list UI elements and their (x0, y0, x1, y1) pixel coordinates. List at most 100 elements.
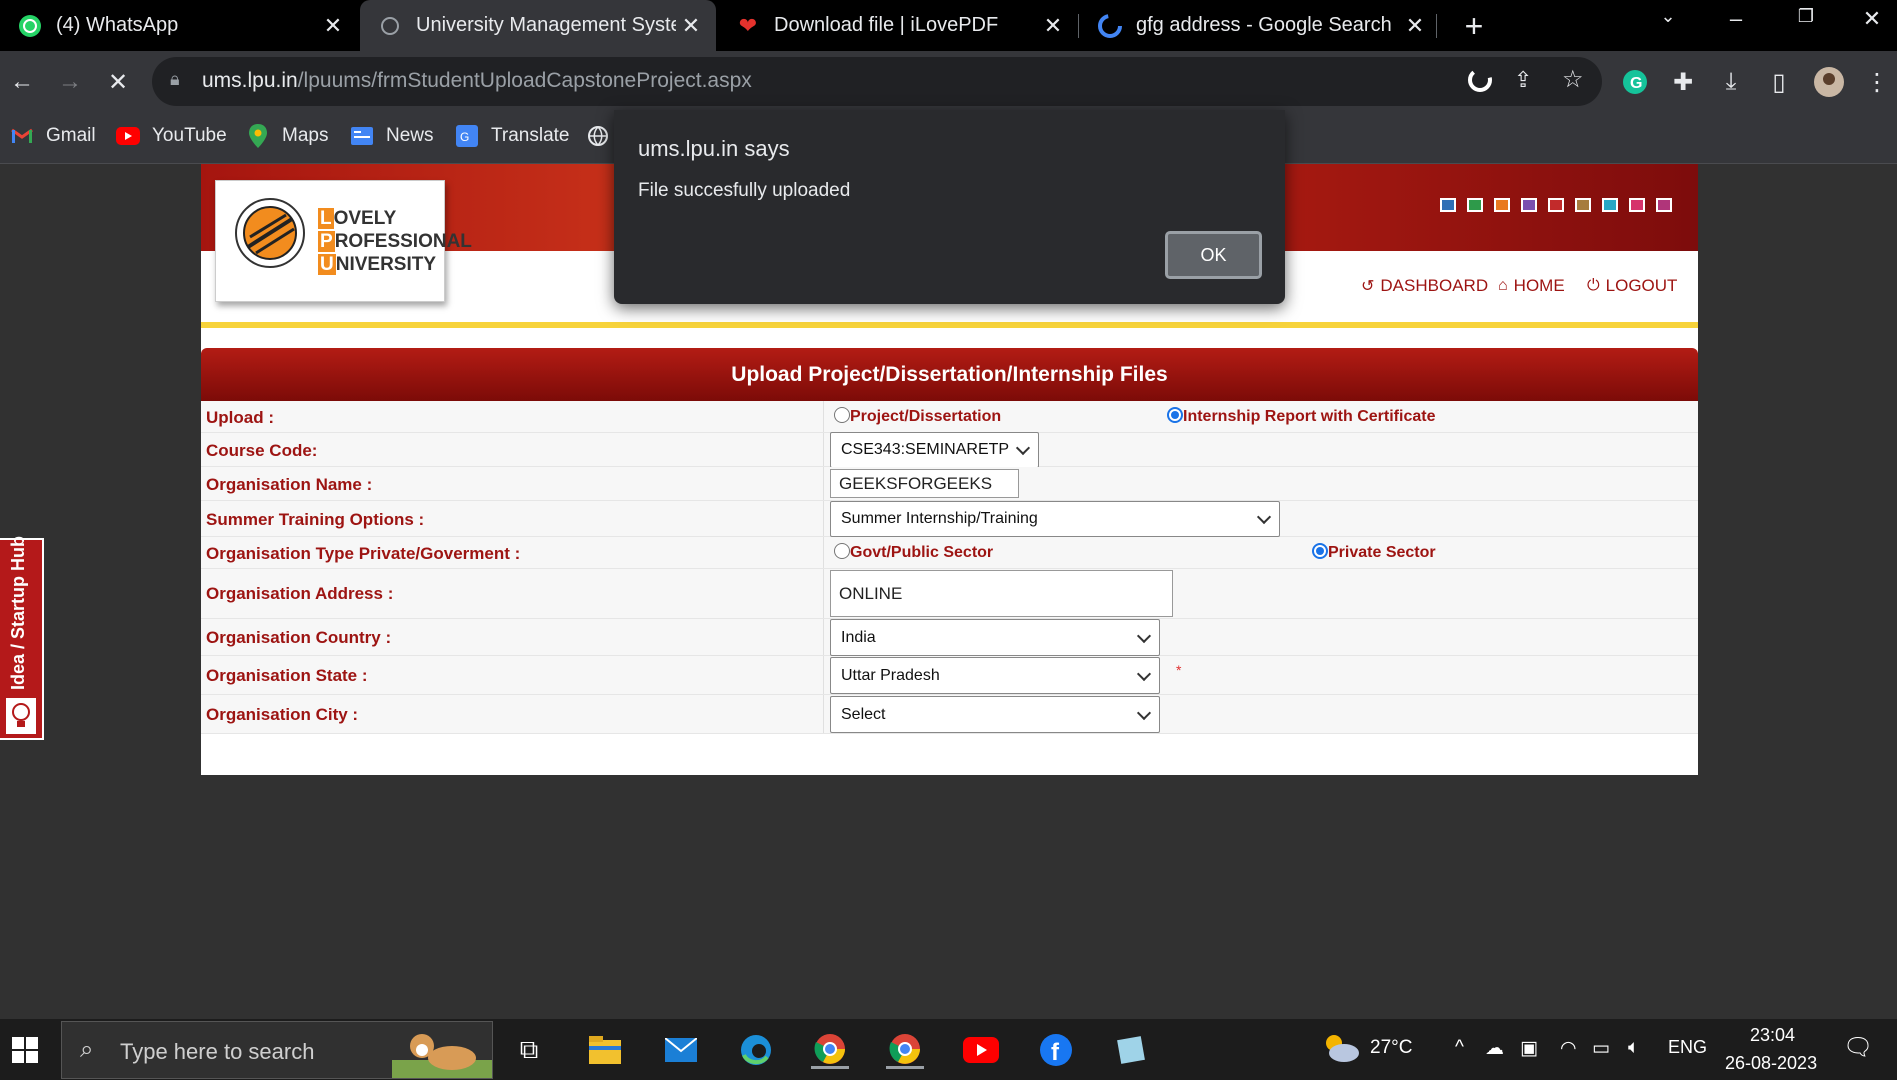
tab-google[interactable]: gfg address - Google Search ✕ (1080, 0, 1440, 51)
stop-loading-icon[interactable]: ✕ (100, 64, 136, 100)
startup-hub-tab[interactable]: Idea / Startup Hub (0, 535, 44, 740)
windows-start-icon[interactable] (6, 1031, 44, 1069)
bookmark-news[interactable]: News (350, 124, 434, 148)
side-panel-icon[interactable]: ▯ (1761, 64, 1797, 100)
country-select[interactable]: India (830, 619, 1160, 656)
radio-button[interactable] (834, 407, 850, 423)
ok-button[interactable]: OK (1165, 231, 1262, 279)
facebook-icon[interactable]: f (1037, 1031, 1075, 1069)
taskbar-search-box[interactable]: ⌕ Type here to search (61, 1021, 493, 1079)
tab-divider (1078, 14, 1079, 38)
profile-avatar[interactable] (1811, 64, 1847, 100)
bookmark-translate[interactable]: G Translate (455, 124, 570, 148)
share-icon[interactable]: ⇪ (1514, 67, 1532, 93)
theme-swatch-green[interactable] (1467, 198, 1483, 212)
edge-browser-icon[interactable] (737, 1031, 775, 1069)
column-divider (823, 569, 824, 618)
radio-project[interactable]: Project/Dissertation (834, 407, 1001, 426)
tab-search-chevron-icon[interactable]: ⌄ (1648, 6, 1688, 27)
org-name-input[interactable]: GEEKSFORGEEKS (830, 469, 1019, 498)
file-explorer-icon[interactable] (586, 1031, 624, 1069)
startup-hub-label: Idea / Startup Hub (8, 535, 28, 690)
radio-govt[interactable]: Govt/Public Sector (834, 543, 993, 562)
close-window-icon[interactable]: ✕ (1852, 6, 1892, 32)
nav-logout[interactable]: ⏻ LOGOUT (1587, 276, 1677, 296)
volume-icon[interactable]: 🔈︎ (1628, 1037, 1639, 1059)
meet-now-icon[interactable]: ▣ (1520, 1037, 1538, 1060)
task-view-icon[interactable]: ⧉ (510, 1031, 548, 1069)
bookmark-star-icon[interactable]: ☆ (1562, 65, 1584, 94)
notifications-icon[interactable]: 🗨︎ (1843, 1033, 1873, 1062)
download-icon[interactable]: ⤓ (1713, 64, 1749, 100)
theme-swatch-cyan[interactable] (1602, 198, 1618, 212)
theme-swatch-red[interactable] (1548, 198, 1564, 212)
tab-whatsapp[interactable]: (4) WhatsApp ✕ (0, 0, 358, 51)
chrome-icon[interactable] (811, 1031, 849, 1069)
google-lens-icon[interactable] (1467, 67, 1493, 98)
minimize-icon[interactable]: – (1716, 6, 1756, 32)
grammarly-icon[interactable]: G (1617, 64, 1653, 100)
radio-private[interactable]: Private Sector (1312, 543, 1436, 562)
wifi-icon[interactable]: ◠ (1560, 1037, 1577, 1060)
required-asterisk: * (1176, 662, 1182, 678)
show-hidden-icons-chevron-icon[interactable]: ^ (1455, 1037, 1464, 1059)
radio-button-selected[interactable] (1312, 543, 1328, 559)
close-tab-icon[interactable]: ✕ (1038, 13, 1068, 39)
url-text[interactable]: ums.lpu.in/lpuums/frmStudentUploadCapsto… (202, 69, 752, 93)
temperature[interactable]: 27°C (1370, 1037, 1412, 1059)
close-tab-icon[interactable]: ✕ (676, 13, 706, 39)
close-tab-icon[interactable]: ✕ (1400, 13, 1430, 39)
theme-swatch-blue[interactable] (1440, 198, 1456, 212)
theme-swatch-magenta[interactable] (1656, 198, 1672, 212)
tab-ilovepdf[interactable]: ❤ Download file | iLovePDF ✕ (718, 0, 1078, 51)
heart-icon: ❤ (738, 12, 758, 38)
close-tab-icon[interactable]: ✕ (318, 13, 348, 39)
back-arrow-icon[interactable]: ← (4, 64, 40, 100)
onedrive-cloud-icon[interactable]: ☁ (1485, 1037, 1504, 1060)
clock-date[interactable]: 26-08-2023 (1725, 1053, 1817, 1074)
news-icon (350, 124, 374, 148)
state-select[interactable]: Uttar Pradesh (830, 657, 1160, 694)
radio-button-selected[interactable] (1167, 407, 1183, 423)
city-select[interactable]: Select (830, 696, 1160, 733)
mail-icon[interactable] (662, 1031, 700, 1069)
theme-swatch-brown[interactable] (1575, 198, 1591, 212)
row-city: Organisation City : Select (201, 695, 1698, 734)
globe-icon (378, 14, 402, 38)
lpu-logo[interactable]: L OVELY P ROFESSIONAL U NIVERSITY (215, 180, 472, 302)
theme-swatch-purple[interactable] (1521, 198, 1537, 212)
theme-swatch-orange[interactable] (1494, 198, 1510, 212)
battery-icon[interactable]: ▭ (1592, 1037, 1610, 1060)
lpu-emblem-icon (235, 198, 305, 268)
address-bar[interactable]: 🔒︎ ums.lpu.in/lpuums/frmStudentUploadCap… (152, 57, 1602, 106)
chrome-profile-icon[interactable] (886, 1031, 924, 1069)
youtube-icon[interactable] (962, 1031, 1000, 1069)
theme-swatch-pink[interactable] (1629, 198, 1645, 212)
course-code-select[interactable]: CSE343:SEMINARETP (830, 432, 1039, 468)
training-select[interactable]: Summer Internship/Training (830, 501, 1280, 537)
menu-dots-icon[interactable]: ⋮ (1859, 64, 1895, 100)
nav-dashboard[interactable]: ↺ DASHBOARD (1361, 276, 1488, 296)
weather-cloud-icon[interactable] (1320, 1031, 1360, 1071)
nav-home[interactable]: ⌂ HOME (1498, 276, 1565, 296)
maps-pin-icon (246, 124, 270, 148)
radio-internship[interactable]: Internship Report with Certificate (1167, 407, 1435, 426)
extensions-puzzle-icon[interactable]: ✚ (1665, 64, 1701, 100)
header-divider (201, 322, 1698, 328)
bookmark-maps[interactable]: Maps (246, 124, 328, 148)
radio-button[interactable] (834, 543, 850, 559)
bookmark-youtube[interactable]: YouTube (116, 124, 227, 148)
chevron-down-icon (1136, 628, 1152, 643)
restore-icon[interactable]: ❐ (1786, 6, 1826, 27)
new-tab-plus-icon[interactable]: + (1456, 8, 1492, 45)
power-icon: ⏻ (1587, 277, 1600, 294)
tab-ums[interactable]: University Management System - ✕ (360, 0, 716, 51)
notepad-icon[interactable] (1112, 1031, 1150, 1069)
bookmark-gmail[interactable]: Gmail (10, 124, 96, 148)
address-textarea[interactable]: ONLINE (830, 570, 1173, 617)
column-divider (823, 537, 824, 568)
forward-arrow-icon[interactable]: → (52, 64, 88, 100)
row-upload: Upload : Project/Dissertation Internship… (201, 401, 1698, 433)
language-indicator[interactable]: ENG (1668, 1037, 1707, 1058)
clock-time[interactable]: 23:04 (1750, 1025, 1795, 1046)
